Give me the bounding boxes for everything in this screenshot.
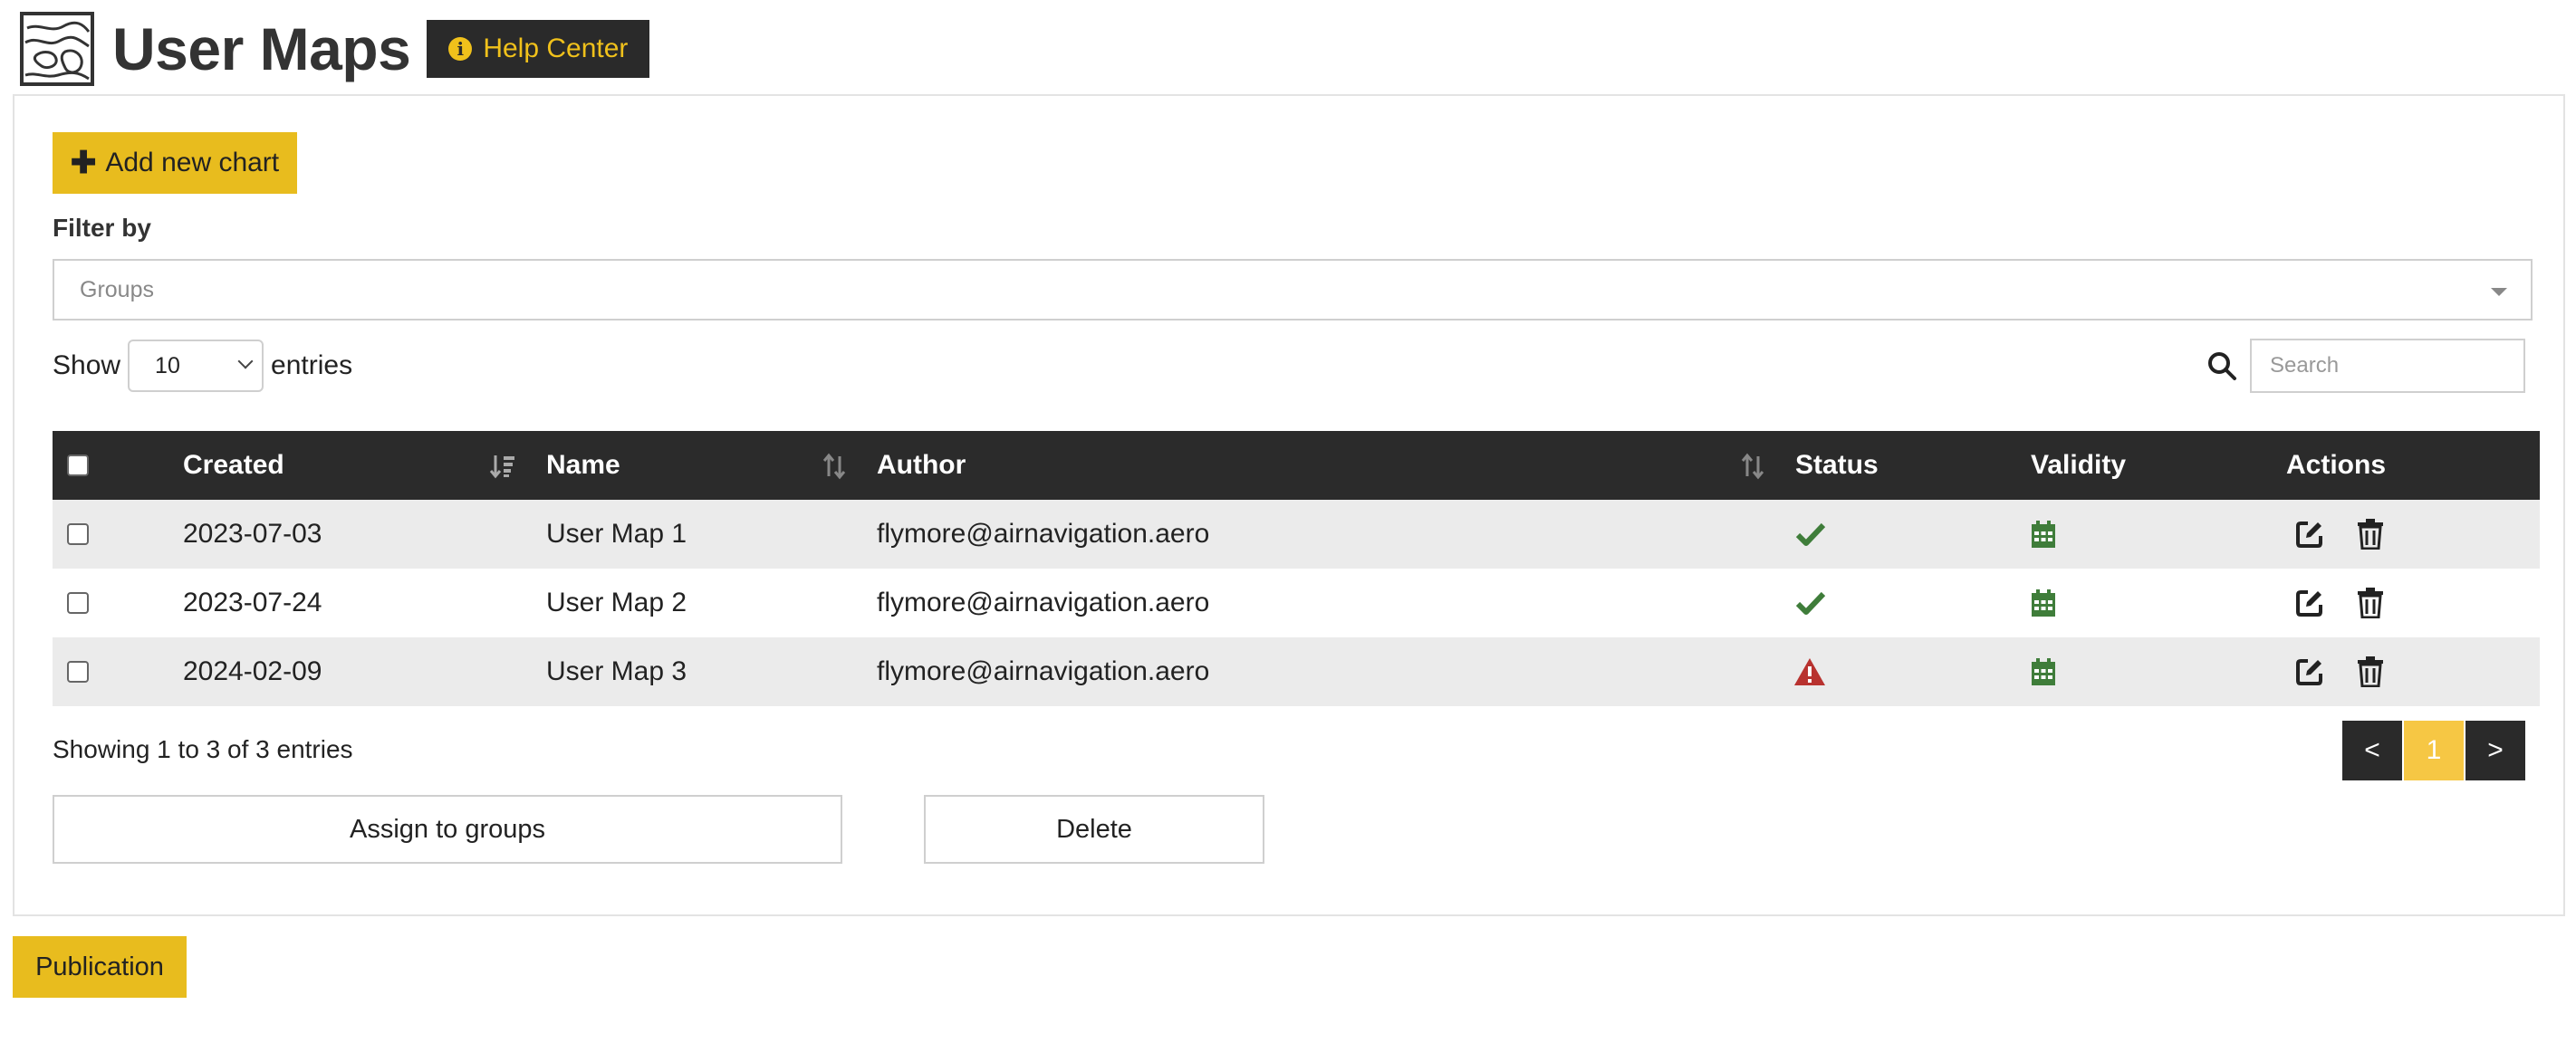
entries-label: entries bbox=[271, 350, 353, 380]
column-author[interactable]: Author bbox=[877, 431, 966, 500]
chevron-down-icon bbox=[237, 353, 254, 369]
column-name[interactable]: Name bbox=[546, 431, 620, 500]
caret-down-icon bbox=[2491, 288, 2507, 296]
check-icon bbox=[1795, 569, 1826, 637]
column-actions: Actions bbox=[2286, 450, 2387, 480]
calendar-icon[interactable] bbox=[2031, 637, 2056, 706]
user-maps-table: Created Name Author Status Validity Acti… bbox=[53, 431, 2540, 706]
created-cell: 2024-02-09 bbox=[183, 656, 322, 686]
trash-icon[interactable] bbox=[2357, 500, 2384, 569]
search-control bbox=[2206, 339, 2525, 393]
row-checkbox[interactable] bbox=[67, 523, 89, 545]
pagination: < 1 > bbox=[2342, 721, 2525, 780]
check-icon bbox=[1795, 500, 1826, 569]
groups-placeholder: Groups bbox=[80, 276, 154, 302]
name-cell: User Map 2 bbox=[546, 588, 687, 617]
prev-page-button[interactable]: < bbox=[2342, 721, 2402, 780]
page-length-control: Show 10 entries bbox=[53, 339, 352, 393]
name-cell: User Map 1 bbox=[546, 519, 687, 549]
groups-filter-select[interactable]: Groups bbox=[53, 259, 2533, 321]
plus-icon: ✚ bbox=[70, 146, 97, 180]
info-circle-icon: i bbox=[448, 37, 473, 61]
created-cell: 2023-07-24 bbox=[183, 588, 322, 617]
select-all-checkbox[interactable] bbox=[67, 455, 89, 476]
calendar-icon[interactable] bbox=[2031, 569, 2056, 637]
author-cell: flymore@airnavigation.aero bbox=[877, 588, 1210, 617]
column-created[interactable]: Created bbox=[183, 431, 284, 500]
search-icon bbox=[2206, 350, 2237, 381]
user-maps-panel: ✚ Add new chart Filter by Groups Show 10… bbox=[13, 94, 2565, 916]
trash-icon[interactable] bbox=[2357, 637, 2384, 706]
help-center-label: Help Center bbox=[483, 33, 629, 63]
table-row: 2023-07-03 User Map 1 flymore@airnavigat… bbox=[53, 500, 2540, 569]
select-all-cell bbox=[67, 431, 89, 500]
edit-icon[interactable] bbox=[2295, 569, 2324, 637]
column-status: Status bbox=[1795, 450, 1879, 480]
table-row: 2023-07-24 User Map 2 flymore@airnavigat… bbox=[53, 569, 2540, 637]
table-row: 2024-02-09 User Map 3 flymore@airnavigat… bbox=[53, 637, 2540, 706]
next-page-button[interactable]: > bbox=[2465, 721, 2525, 780]
calendar-icon[interactable] bbox=[2031, 500, 2056, 569]
assign-to-groups-button[interactable]: Assign to groups bbox=[53, 795, 842, 864]
page-length-value: 10 bbox=[155, 352, 180, 378]
table-info: Showing 1 to 3 of 3 entries bbox=[53, 735, 353, 763]
trash-icon[interactable] bbox=[2357, 569, 2384, 637]
author-cell: flymore@airnavigation.aero bbox=[877, 519, 1210, 549]
sort-icon[interactable] bbox=[1739, 453, 1766, 480]
sort-desc-icon[interactable] bbox=[489, 453, 516, 480]
name-cell: User Map 3 bbox=[546, 656, 687, 686]
sort-icon[interactable] bbox=[821, 453, 848, 480]
map-contour-icon bbox=[20, 12, 94, 86]
warning-triangle-icon bbox=[1793, 637, 1826, 706]
table-header: Created Name Author Status Validity Acti… bbox=[53, 431, 2540, 500]
page-header: User Maps i Help Center bbox=[20, 12, 650, 86]
show-label: Show bbox=[53, 350, 121, 380]
row-checkbox[interactable] bbox=[67, 661, 89, 683]
page-button-1[interactable]: 1 bbox=[2404, 721, 2464, 780]
delete-button[interactable]: Delete bbox=[924, 795, 1264, 864]
author-cell: flymore@airnavigation.aero bbox=[877, 656, 1210, 686]
page-length-select[interactable]: 10 bbox=[128, 340, 264, 392]
add-new-chart-button[interactable]: ✚ Add new chart bbox=[53, 132, 297, 194]
created-cell: 2023-07-03 bbox=[183, 519, 322, 549]
publication-button[interactable]: Publication bbox=[13, 936, 187, 998]
row-checkbox[interactable] bbox=[67, 592, 89, 614]
page-title: User Maps bbox=[112, 15, 411, 82]
filter-label: Filter by bbox=[53, 214, 151, 242]
column-validity: Validity bbox=[2031, 450, 2127, 480]
edit-icon[interactable] bbox=[2295, 637, 2324, 706]
add-new-chart-label: Add new chart bbox=[105, 148, 280, 177]
help-center-button[interactable]: i Help Center bbox=[427, 20, 650, 78]
search-input[interactable] bbox=[2250, 339, 2525, 393]
edit-icon[interactable] bbox=[2295, 500, 2324, 569]
